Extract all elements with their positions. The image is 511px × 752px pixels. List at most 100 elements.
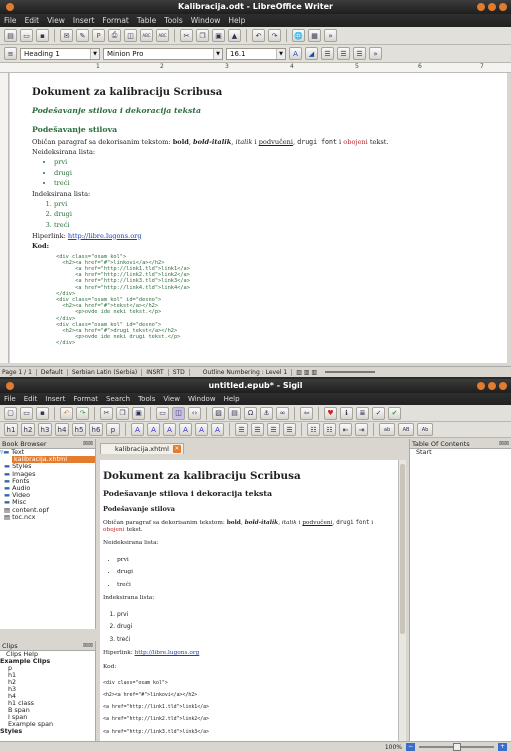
italic-icon[interactable]: A	[147, 423, 160, 436]
menu-format[interactable]: Format	[73, 395, 98, 403]
menu-help[interactable]: Help	[228, 16, 245, 25]
pdf-export-icon[interactable]: P	[92, 29, 105, 42]
minimize-button[interactable]	[477, 382, 485, 390]
maximize-button[interactable]	[488, 3, 496, 11]
redo-icon[interactable]: ↷	[76, 406, 89, 420]
close-panel-icon[interactable]: ⊠⊠	[499, 439, 509, 449]
styles-icon[interactable]: ≡	[4, 47, 17, 60]
view-layout-icon[interactable]: ▥ ▥ ▥	[296, 369, 317, 376]
autospell-icon[interactable]: ABC	[156, 29, 169, 42]
number-list-icon[interactable]: ☷	[323, 423, 336, 436]
font-size-combo[interactable]: 16.1 ▼	[226, 47, 286, 60]
book-view-icon[interactable]: ▭	[156, 406, 169, 420]
insert-image-icon[interactable]: ▨	[212, 406, 225, 420]
metadata-icon[interactable]: ℹ	[340, 406, 353, 420]
code-view-icon[interactable]: ‹›	[188, 406, 201, 420]
indent-icon[interactable]: ⇥	[355, 423, 368, 436]
edit-file-icon[interactable]: ✎	[76, 29, 89, 42]
paragraph-button[interactable]: p	[106, 423, 120, 436]
insert-file-icon[interactable]: ▤	[228, 406, 241, 420]
font-color-icon[interactable]: A	[289, 47, 302, 60]
clip-group[interactable]: Example Clips	[0, 658, 95, 665]
align-right-icon[interactable]: ☰	[267, 423, 280, 436]
clone-format-icon[interactable]: ▲	[228, 29, 241, 42]
menu-help[interactable]: Help	[224, 395, 240, 403]
menu-table[interactable]: Table	[137, 16, 156, 25]
chevron-down-icon[interactable]: ▼	[213, 48, 222, 59]
clip-group[interactable]: Styles	[0, 728, 95, 735]
hyperlink[interactable]: http://libre.lugons.org	[135, 650, 200, 656]
titlecase-button[interactable]: Ab	[417, 423, 433, 436]
paste-icon[interactable]: ▣	[212, 29, 225, 42]
align-left-icon[interactable]: ☰	[321, 47, 334, 60]
split-view-icon[interactable]: ◫	[172, 406, 185, 420]
open-folder-icon[interactable]: ▭	[20, 29, 33, 42]
close-button[interactable]	[499, 382, 507, 390]
minimize-button[interactable]	[477, 3, 485, 11]
outdent-icon[interactable]: ⇤	[339, 423, 352, 436]
menu-edit[interactable]: Edit	[24, 395, 38, 403]
menu-edit[interactable]: Edit	[25, 16, 40, 25]
vertical-ruler[interactable]	[0, 73, 9, 363]
toc-icon[interactable]: ≣	[356, 406, 369, 420]
chevron-down-icon[interactable]: ▼	[90, 48, 99, 59]
zoom-out-icon[interactable]: −	[406, 743, 415, 751]
email-icon[interactable]: ✉	[60, 29, 73, 42]
file-toc-ncx[interactable]: ▤ toc.ncx	[0, 513, 95, 521]
menu-window[interactable]: Window	[191, 16, 221, 25]
cut-icon[interactable]: ✂	[100, 406, 113, 420]
menu-view[interactable]: View	[47, 16, 65, 25]
close-button[interactable]	[499, 3, 507, 11]
open-icon[interactable]: ▭	[20, 406, 33, 420]
app-menu-icon[interactable]	[6, 3, 14, 11]
bullet-list-icon[interactable]: ☷	[307, 423, 320, 436]
anchor-icon[interactable]: ⚓	[260, 406, 273, 420]
lowercase-button[interactable]: ab	[379, 423, 395, 436]
zoom-slider[interactable]	[325, 371, 376, 373]
print-preview-icon[interactable]: ◫	[124, 29, 137, 42]
validate-icon[interactable]: ✔	[388, 406, 401, 420]
menu-format[interactable]: Format	[102, 16, 128, 25]
redo-icon[interactable]: ↷	[268, 29, 281, 42]
toc-item[interactable]: Start	[410, 448, 511, 456]
page-count[interactable]: Page 1 / 1	[2, 368, 37, 376]
copy-icon[interactable]: ❐	[116, 406, 129, 420]
menu-file[interactable]: File	[4, 395, 16, 403]
menu-file[interactable]: File	[4, 16, 17, 25]
menu-insert[interactable]: Insert	[45, 395, 65, 403]
justify-icon[interactable]: ☰	[283, 423, 296, 436]
save-icon[interactable]: ▪	[36, 29, 49, 42]
align-center-icon[interactable]: ☰	[337, 47, 350, 60]
uppercase-button[interactable]: AB	[398, 423, 414, 436]
special-char-icon[interactable]: Ω	[244, 406, 257, 420]
menu-tools[interactable]: Tools	[164, 16, 182, 25]
zoom-slider[interactable]	[419, 743, 494, 751]
close-panel-icon[interactable]: ⊠⊠	[83, 641, 93, 651]
close-panel-icon[interactable]: ⊠⊠	[83, 439, 93, 449]
writer-document-page[interactable]: Dokument za kalibraciju Scribusa Podešav…	[10, 73, 507, 363]
hyperlink-icon[interactable]: 🌐	[292, 29, 305, 42]
print-icon[interactable]: ⎙	[108, 29, 121, 42]
more-icon[interactable]: »	[324, 29, 337, 42]
zoom-in-icon[interactable]: +	[498, 743, 507, 751]
menu-search[interactable]: Search	[106, 395, 130, 403]
menu-tools[interactable]: Tools	[138, 395, 155, 403]
font-name-combo[interactable]: Minion Pro ▼	[103, 47, 223, 60]
tab-kalibracija[interactable]: kalibracija.xhtml ×	[100, 443, 184, 454]
undo-icon[interactable]: ↶	[60, 406, 73, 420]
cut-icon[interactable]: ✂	[180, 29, 193, 42]
superscript-icon[interactable]: A	[211, 423, 224, 436]
menu-insert[interactable]: Insert	[73, 16, 95, 25]
horizontal-ruler[interactable]: 1 2 3 4 5 6 7	[0, 63, 511, 73]
table-icon[interactable]: ▦	[308, 29, 321, 42]
strikethrough-icon[interactable]: A	[179, 423, 192, 436]
insert-mode[interactable]: INSRT	[146, 368, 169, 376]
new-icon[interactable]: ▢	[4, 406, 17, 420]
bold-icon[interactable]: A	[131, 423, 144, 436]
scroll-thumb[interactable]	[400, 464, 405, 634]
app-menu-icon[interactable]	[6, 382, 14, 390]
page-style[interactable]: Default	[41, 368, 68, 376]
paragraph-style-combo[interactable]: Heading 1 ▼	[20, 47, 100, 60]
book-view-scrollbar[interactable]	[398, 460, 406, 742]
heading-h1-button[interactable]: h1	[4, 423, 18, 436]
